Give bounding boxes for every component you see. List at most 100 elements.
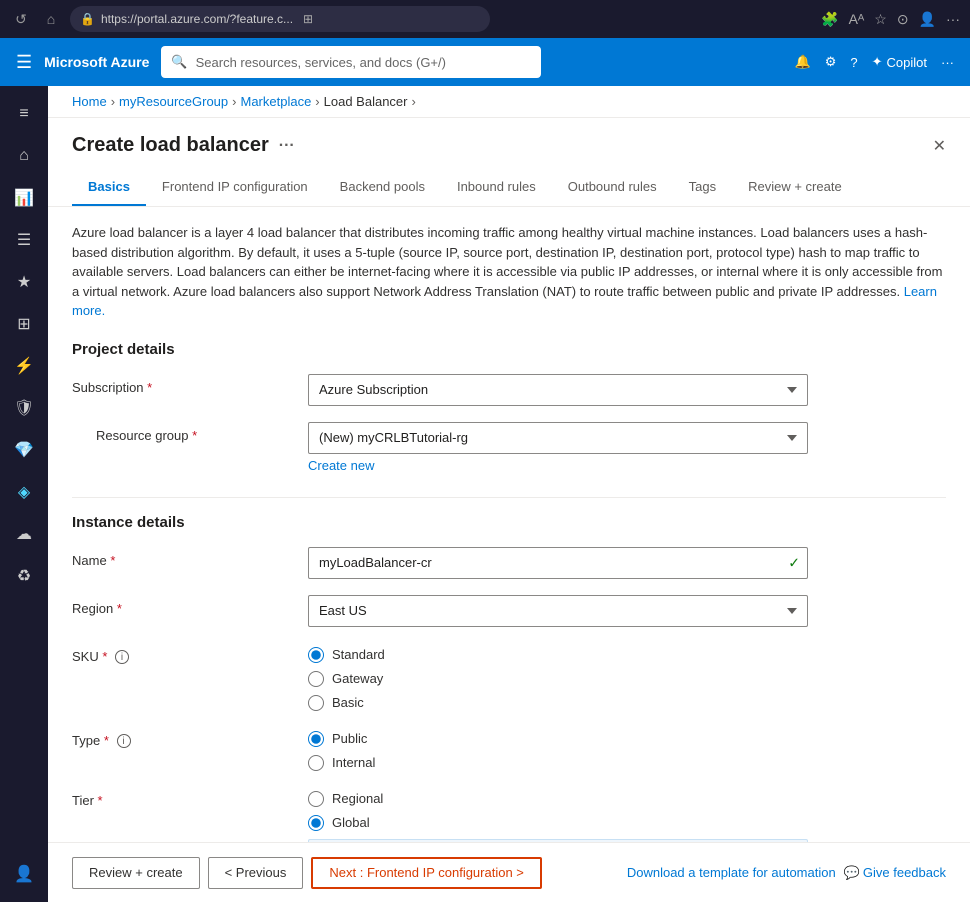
type-internal[interactable]: Internal	[308, 755, 808, 771]
tier-radio-group: Regional Global	[308, 787, 808, 831]
give-feedback-link[interactable]: 💬 Give feedback	[844, 865, 946, 881]
sidebar-item-favorites[interactable]: ★	[4, 262, 44, 302]
breadcrumb-current: Load Balancer	[324, 94, 408, 109]
subscription-select[interactable]: Azure Subscription	[308, 374, 808, 406]
azure-topbar: ☰ Microsoft Azure 🔍 Search resources, se…	[0, 38, 970, 86]
sku-standard[interactable]: Standard	[308, 647, 808, 663]
sidebar-item-resources[interactable]: ♻	[4, 556, 44, 596]
sidebar-item-notifications[interactable]: ⚡	[4, 346, 44, 386]
info-text: Azure load balancer is a layer 4 load ba…	[72, 223, 946, 321]
bookmark-icon[interactable]: ☆	[874, 11, 887, 28]
sku-basic[interactable]: Basic	[308, 695, 808, 711]
tier-regional[interactable]: Regional	[308, 791, 808, 807]
search-bar[interactable]: 🔍 Search resources, services, and docs (…	[161, 46, 541, 78]
help-icon[interactable]: ?	[850, 55, 857, 70]
previous-button[interactable]: < Previous	[208, 857, 304, 889]
breadcrumb-sep2: ›	[232, 94, 236, 109]
name-input-wrap: ✓	[308, 547, 808, 579]
form-content: Azure load balancer is a layer 4 load ba…	[48, 207, 970, 902]
azure-brand: Microsoft Azure	[44, 54, 149, 70]
copilot-label: Copilot	[887, 55, 927, 70]
address-bar[interactable]: 🔒 https://portal.azure.com/?feature.c...…	[70, 6, 490, 32]
sidebar-item-dashboard[interactable]: 📊	[4, 178, 44, 218]
subscription-label: Subscription *	[72, 374, 292, 395]
copilot-button[interactable]: ✦ Copilot	[872, 54, 927, 70]
type-public[interactable]: Public	[308, 731, 808, 747]
tab-tags[interactable]: Tags	[673, 169, 732, 206]
breadcrumb-resource-group[interactable]: myResourceGroup	[119, 94, 228, 109]
browser-home[interactable]: ⌂	[40, 11, 62, 27]
breadcrumb-sep3: ›	[315, 94, 319, 109]
sidebar-item-recent[interactable]: ⊞	[4, 304, 44, 344]
sidebar-item-security[interactable]: 🛡	[4, 388, 44, 428]
content-area: Home › myResourceGroup › Marketplace › L…	[48, 86, 970, 902]
region-control: East US	[308, 595, 808, 627]
copilot-icon: ✦	[872, 54, 883, 70]
tab-inbound-rules[interactable]: Inbound rules	[441, 169, 552, 206]
name-row: Name * ✓	[72, 547, 946, 579]
sidebar-item-menu[interactable]: ≡	[4, 94, 44, 134]
panel-more-icon[interactable]: ···	[279, 137, 295, 155]
bookmark-mgr-icon[interactable]: ⊙	[897, 11, 909, 28]
profile-icon[interactable]: Aᴬ	[849, 11, 865, 28]
subscription-required: *	[147, 380, 152, 395]
breadcrumb-sep1: ›	[111, 94, 115, 109]
review-create-button[interactable]: Review + create	[72, 857, 200, 889]
next-button[interactable]: Next : Frontend IP configuration >	[311, 857, 542, 889]
panel: Create load balancer ··· ✕ Basics Fronte…	[48, 118, 970, 902]
name-control: ✓	[308, 547, 808, 579]
panel-header: Create load balancer ··· ✕	[48, 118, 970, 157]
tab-icon: ⊞	[303, 12, 313, 26]
more-icon[interactable]: ···	[941, 55, 954, 70]
notification-icon[interactable]: 🔔	[795, 54, 811, 70]
sidebar-item-marketplace[interactable]: 💎	[4, 430, 44, 470]
type-info-icon[interactable]: i	[117, 734, 131, 748]
region-select[interactable]: East US	[308, 595, 808, 627]
create-new-link[interactable]: Create new	[308, 458, 374, 473]
tier-label: Tier *	[72, 787, 292, 808]
account-icon[interactable]: 👤	[919, 11, 936, 28]
breadcrumb-arrow: ›	[411, 94, 415, 109]
browser-refresh[interactable]: ↺	[10, 11, 32, 28]
close-button[interactable]: ✕	[933, 136, 946, 156]
subscription-row: Subscription * Azure Subscription	[72, 374, 946, 406]
sidebar-item-function[interactable]: ◈	[4, 472, 44, 512]
tab-basics[interactable]: Basics	[72, 169, 146, 206]
breadcrumb-home[interactable]: Home	[72, 94, 107, 109]
tab-outbound-rules[interactable]: Outbound rules	[552, 169, 673, 206]
browser-icons: 🧩 Aᴬ ☆ ⊙ 👤 ···	[821, 11, 960, 28]
resource-group-label: Resource group *	[72, 422, 292, 443]
sidebar-item-home[interactable]: ⌂	[4, 136, 44, 176]
resource-group-select[interactable]: (New) myCRLBTutorial-rg	[308, 422, 808, 454]
bottom-bar: Review + create < Previous Next : Fronte…	[48, 842, 970, 902]
settings-icon[interactable]: ⚙	[825, 54, 837, 70]
tab-frontend-ip[interactable]: Frontend IP configuration	[146, 169, 324, 206]
topbar-right: 🔔 ⚙ ? ✦ Copilot ···	[795, 54, 954, 70]
type-label: Type * i	[72, 727, 292, 749]
tier-global[interactable]: Global	[308, 815, 808, 831]
name-input[interactable]	[308, 547, 808, 579]
tab-backend-pools[interactable]: Backend pools	[324, 169, 441, 206]
sidebar-item-all-services[interactable]: ☰	[4, 220, 44, 260]
sku-gateway[interactable]: Gateway	[308, 671, 808, 687]
browser-chrome: ↺ ⌂ 🔒 https://portal.azure.com/?feature.…	[0, 0, 970, 38]
more-options-icon[interactable]: ···	[946, 11, 960, 28]
sku-control: Standard Gateway Basic	[308, 643, 808, 711]
download-template-link[interactable]: Download a template for automation	[627, 865, 836, 880]
breadcrumb-marketplace[interactable]: Marketplace	[240, 94, 311, 109]
sidebar-item-cloud[interactable]: ☁	[4, 514, 44, 554]
main-layout: ≡ ⌂ 📊 ☰ ★ ⊞ ⚡ 🛡 💎 ◈ ☁ ♻ 👤 Home › myResou…	[0, 86, 970, 902]
sidebar-item-user[interactable]: 👤	[4, 854, 44, 894]
subscription-control: Azure Subscription	[308, 374, 808, 406]
search-icon: 🔍	[171, 54, 187, 70]
region-row: Region * East US	[72, 595, 946, 627]
sku-row: SKU * i Standard	[72, 643, 946, 711]
section-divider	[72, 497, 946, 498]
breadcrumb: Home › myResourceGroup › Marketplace › L…	[48, 86, 970, 118]
expand-sidebar-icon[interactable]: ☰	[16, 52, 32, 73]
tab-review-create[interactable]: Review + create	[732, 169, 858, 206]
type-radio-group: Public Internal	[308, 727, 808, 771]
resource-group-control: (New) myCRLBTutorial-rg Create new	[308, 422, 808, 473]
sku-info-icon[interactable]: i	[115, 650, 129, 664]
extensions-icon[interactable]: 🧩	[821, 11, 838, 28]
